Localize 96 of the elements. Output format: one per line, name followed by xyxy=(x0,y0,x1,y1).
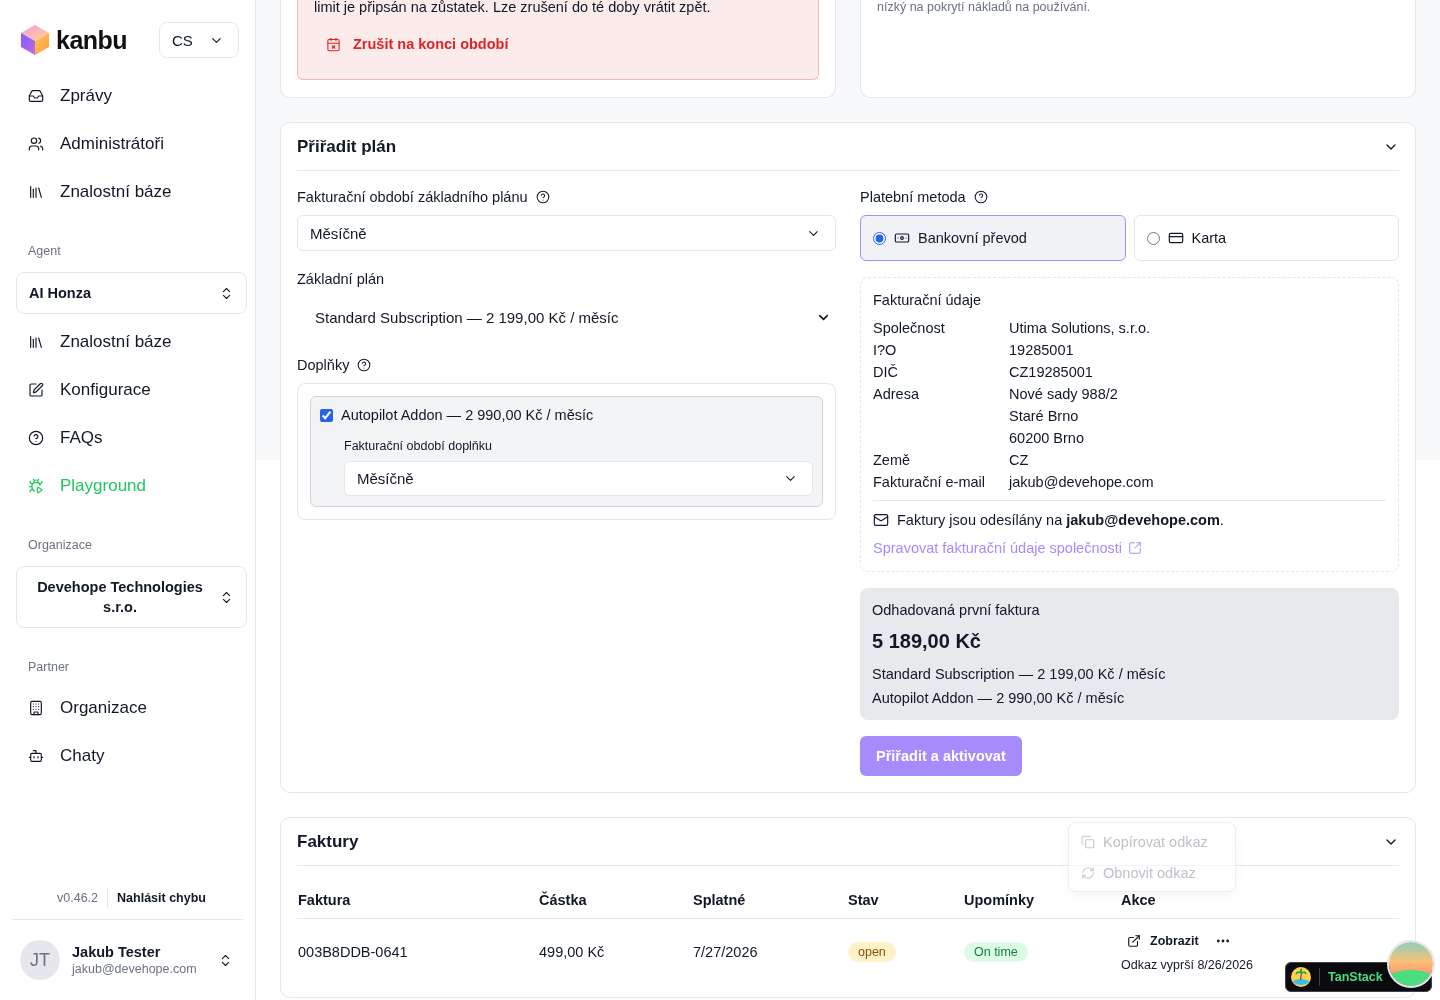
view-invoice-link[interactable]: Zobrazit xyxy=(1121,932,1205,950)
estimate-title: Odhadovaná první faktura xyxy=(872,602,1041,618)
field-value: Utima Solutions, s.r.o. xyxy=(1009,319,1152,338)
field-label: Země xyxy=(873,451,912,470)
inbox-icon xyxy=(28,88,44,104)
refresh-icon xyxy=(1081,865,1095,880)
pencil-square-icon xyxy=(28,382,44,398)
column-header: Splatné xyxy=(693,892,747,909)
column-header: Stav xyxy=(848,892,880,909)
nav-link[interactable]: Chaty xyxy=(16,736,247,776)
payment-option[interactable]: Karta xyxy=(1133,215,1399,261)
help-icon[interactable] xyxy=(535,190,550,204)
estimate-total: 5 189,00 Kč xyxy=(872,629,982,653)
books-icon xyxy=(28,184,44,200)
building-icon xyxy=(28,700,44,716)
column-header: Upomínky xyxy=(964,892,1036,909)
nav-link[interactable]: Administrátoři xyxy=(16,124,247,164)
section-label: Partner xyxy=(27,660,70,675)
external-link-icon xyxy=(1128,541,1143,555)
field-value: Nové sady 988/2 xyxy=(1009,385,1119,404)
table-cell-text: 003B8DDB-0641 xyxy=(298,944,409,960)
nav-link[interactable]: Znalostní báze xyxy=(16,172,247,212)
user-avatar: JT xyxy=(20,940,60,980)
field-label: Základní plán xyxy=(297,271,385,287)
field-label: Fakturační období základního plánu xyxy=(297,189,528,205)
user-name: Jakub Tester xyxy=(72,944,162,960)
field-value: Staré Brno xyxy=(1009,407,1080,426)
checkbox[interactable] xyxy=(320,408,333,422)
nav-link[interactable]: Zprávy xyxy=(16,76,247,116)
addon-label: Autopilot Addon — 2 990,00 Kč / měsíc xyxy=(341,407,594,423)
section-title: Faktury xyxy=(297,831,359,852)
option-label: Bankovní převod xyxy=(918,230,1027,246)
usage-note: nízký na pokrytí nákladů na používání. xyxy=(877,0,1092,14)
report-bug-link[interactable]: Nahlásit chybu xyxy=(117,891,206,905)
island-logo-icon xyxy=(1291,967,1311,987)
field-label: I?O xyxy=(873,341,898,360)
table-cell-text: 7/27/2026 xyxy=(693,944,759,960)
nav-link[interactable]: Konfigurace xyxy=(16,370,247,410)
field-label: Doplňky xyxy=(297,357,350,373)
field-value: 19285001 xyxy=(1009,341,1075,360)
estimate-line: Standard Subscription — 2 199,00 Kč / měsíc xyxy=(872,665,1167,684)
credit-card-icon xyxy=(1167,230,1184,246)
cube-logo-icon xyxy=(20,24,50,56)
field-label: Adresa xyxy=(873,385,920,404)
table-cell-text: 499,00 Kč xyxy=(539,944,606,960)
estimate-line: Autopilot Addon — 2 990,00 Kč / měsíc xyxy=(872,689,1126,708)
cancel-at-period-end-button[interactable]: Zrušit na konci období xyxy=(314,34,521,54)
field-value: CZ19285001 xyxy=(1009,363,1094,382)
nav-link[interactable]: Znalostní báze xyxy=(16,322,247,362)
help-icon xyxy=(28,430,44,446)
nav-link[interactable]: Organizace xyxy=(16,688,247,728)
section-label: Agent xyxy=(27,244,62,259)
help-icon[interactable] xyxy=(357,358,372,372)
field-value: jakub@devehope.com xyxy=(1009,473,1155,492)
section-title: Přiřadit plán xyxy=(297,136,397,157)
users-icon xyxy=(28,136,44,152)
notice-text: limit je připsán na zůstatek. Lze zrušení do té doby vrátit zpět. xyxy=(314,0,711,14)
section-label: Organizace xyxy=(27,538,93,553)
external-link-icon xyxy=(1127,934,1141,948)
column-header: Faktura xyxy=(298,892,352,909)
field-label: Fakturační e-mail xyxy=(873,473,986,492)
column-header: Akce xyxy=(1121,892,1157,909)
agent-select[interactable]: AI Honza xyxy=(16,272,247,314)
link-expiry-text: Odkaz vyprší 8/26/2026 xyxy=(1121,957,1255,973)
banknote-icon xyxy=(894,230,910,246)
robot-icon xyxy=(28,748,44,764)
brand-name: kanbu xyxy=(56,25,128,55)
payment-option[interactable]: Bankovní převod xyxy=(860,215,1126,261)
invoice-email-note: Faktury jsou odesílány na jakub@devehope.com. xyxy=(897,512,1224,528)
books-icon xyxy=(28,334,44,350)
copy-icon xyxy=(1081,834,1095,849)
organization-select[interactable]: Devehope Technologies s.r.o. xyxy=(16,566,247,628)
nav-link[interactable]: FAQs xyxy=(16,418,247,458)
help-icon[interactable] xyxy=(973,190,988,204)
bug-icon xyxy=(28,478,44,494)
status-badge: open xyxy=(848,942,896,962)
devtools-label: TanStack xyxy=(1328,970,1383,984)
radio-button[interactable] xyxy=(1146,231,1160,245)
field-label: Platební metoda xyxy=(860,189,966,205)
option-label: Karta xyxy=(1191,230,1227,246)
billing-period-select[interactable]: Měsíčně xyxy=(297,215,836,251)
panel-title: Fakturační údaje xyxy=(873,292,982,308)
radio-button[interactable] xyxy=(873,231,886,245)
field-label: Fakturační období doplňku xyxy=(344,438,494,454)
language-select[interactable]: CS xyxy=(159,22,239,58)
field-label: DIČ xyxy=(873,363,899,382)
user-email: jakub@devehope.com xyxy=(72,962,198,976)
reminder-badge: On time xyxy=(964,942,1028,962)
calendar-x-icon xyxy=(326,36,341,52)
column-header: Částka xyxy=(539,892,588,909)
version-label: v0.46.2 xyxy=(57,888,109,908)
mail-icon xyxy=(873,512,889,528)
field-label: Společnost xyxy=(873,319,946,338)
addon-period-select[interactable]: Měsíčně xyxy=(344,461,813,496)
field-value: 60200 Brno xyxy=(1009,429,1085,448)
field-value: CZ xyxy=(1009,451,1030,470)
